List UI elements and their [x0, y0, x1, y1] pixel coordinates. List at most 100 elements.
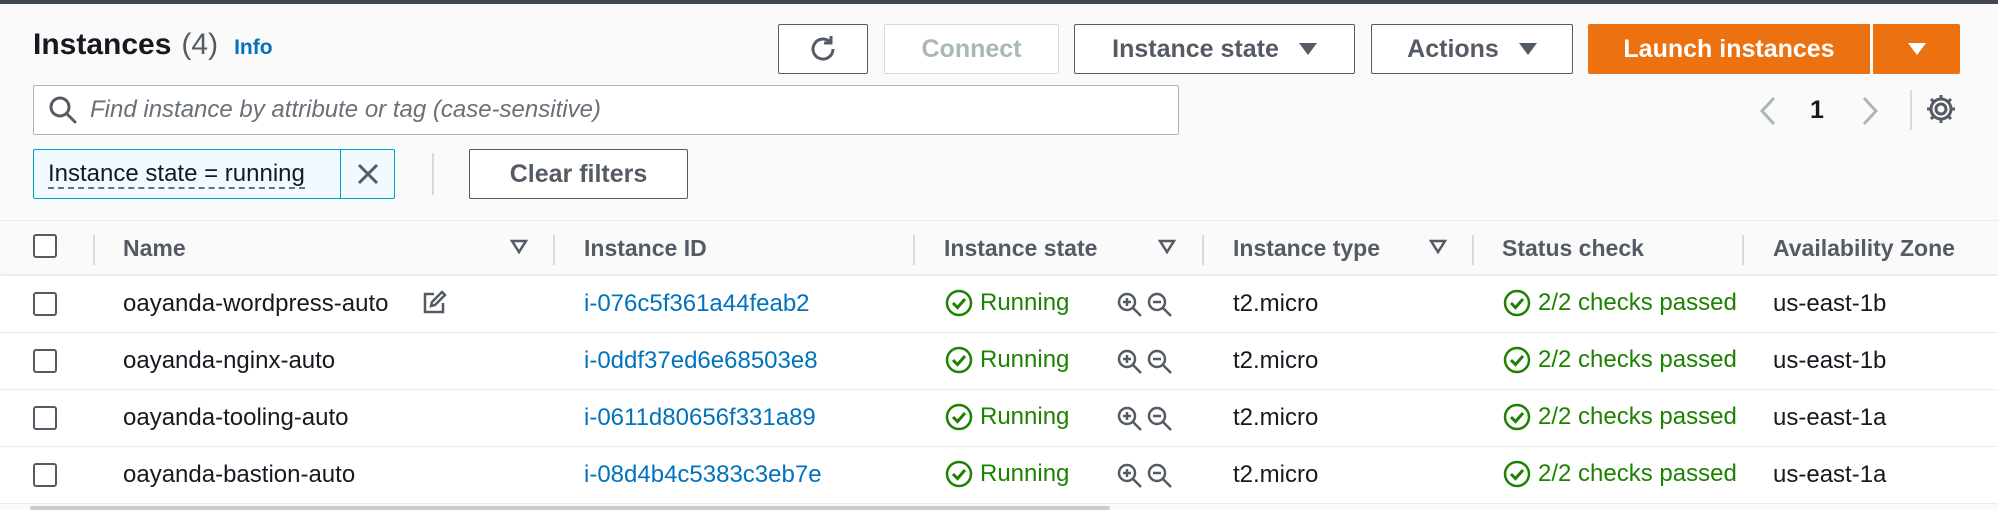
- instance-count: (4): [181, 28, 219, 61]
- column-divider: [93, 235, 95, 265]
- column-divider: [1202, 235, 1204, 265]
- filter-token: Instance state = running: [33, 149, 395, 199]
- zoom-in-icon[interactable]: [1116, 348, 1144, 376]
- page-header: Instances (4) Info: [33, 28, 273, 62]
- close-icon: [357, 163, 378, 185]
- preferences-button[interactable]: [1924, 92, 1958, 131]
- column-header-instance-id[interactable]: Instance ID: [584, 235, 707, 262]
- instance-state-text: Running: [980, 289, 1070, 316]
- check-circle-icon: [1503, 346, 1531, 374]
- column-divider: [553, 235, 555, 265]
- instance-state-text: Running: [980, 346, 1070, 373]
- instance-state: Running: [944, 288, 1069, 318]
- chevron-right-icon: [1862, 96, 1879, 126]
- remove-filter-button[interactable]: [340, 150, 394, 198]
- table-row[interactable]: oayanda-bastion-auto i-08d4b4c5383c3eb7e…: [0, 447, 1998, 504]
- status-check-text: 2/2 checks passed: [1538, 346, 1737, 373]
- launch-instances-label: Launch instances: [1623, 34, 1835, 63]
- zoom-out-icon[interactable]: [1146, 348, 1174, 376]
- zoom-controls: [1116, 462, 1174, 490]
- launch-instances-button[interactable]: Launch instances: [1588, 24, 1870, 74]
- column-header-availability-zone[interactable]: Availability Zone: [1773, 235, 1955, 262]
- current-page[interactable]: 1: [1810, 96, 1824, 125]
- caret-down-icon: [1907, 43, 1926, 55]
- refresh-button[interactable]: [778, 24, 868, 74]
- sort-icon[interactable]: [1158, 239, 1176, 255]
- sort-icon[interactable]: [1429, 239, 1447, 255]
- next-page-button[interactable]: [1852, 92, 1886, 135]
- status-check: 2/2 checks passed: [1502, 288, 1737, 318]
- actions-label: Actions: [1407, 34, 1499, 63]
- instance-state: Running: [944, 459, 1069, 489]
- instance-type: t2.micro: [1233, 347, 1319, 374]
- connect-label: Connect: [921, 34, 1022, 63]
- row-checkbox[interactable]: [33, 406, 57, 430]
- filter-token-label[interactable]: Instance state = running: [34, 160, 340, 189]
- column-divider: [1742, 235, 1744, 265]
- caret-down-icon: [1518, 43, 1537, 55]
- filter-token-text: Instance state = running: [48, 160, 305, 189]
- instance-state-text: Running: [980, 403, 1070, 430]
- info-link[interactable]: Info: [234, 36, 272, 60]
- refresh-icon: [811, 36, 835, 61]
- row-checkbox[interactable]: [33, 292, 57, 316]
- instance-id-link[interactable]: i-0611d80656f331a89: [584, 404, 816, 432]
- connect-button[interactable]: Connect: [884, 24, 1059, 74]
- launch-options-button[interactable]: [1873, 24, 1960, 74]
- horizontal-scrollbar[interactable]: [30, 506, 1110, 510]
- column-header-name[interactable]: Name: [123, 235, 186, 262]
- sort-icon[interactable]: [510, 239, 528, 255]
- row-checkbox[interactable]: [33, 349, 57, 373]
- check-circle-icon: [945, 289, 973, 317]
- check-circle-icon: [1503, 289, 1531, 317]
- search-input[interactable]: [80, 86, 1178, 134]
- availability-zone: us-east-1a: [1773, 404, 1887, 431]
- search-icon: [49, 96, 77, 124]
- status-check: 2/2 checks passed: [1502, 345, 1737, 375]
- actions-dropdown[interactable]: Actions: [1371, 24, 1573, 74]
- prev-page-button[interactable]: [1752, 92, 1786, 135]
- page-title: Instances: [33, 28, 172, 61]
- status-check-text: 2/2 checks passed: [1538, 460, 1737, 487]
- instance-state-dropdown[interactable]: Instance state: [1074, 24, 1355, 74]
- filter-divider: [432, 153, 434, 195]
- table-header: Name Instance ID Instance state Instance…: [0, 220, 1998, 274]
- availability-zone: us-east-1b: [1773, 290, 1887, 317]
- zoom-in-icon[interactable]: [1116, 405, 1144, 433]
- column-header-instance-type[interactable]: Instance type: [1233, 235, 1380, 262]
- row-checkbox[interactable]: [33, 463, 57, 487]
- table-row[interactable]: oayanda-nginx-auto i-0ddf37ed6e68503e8 R…: [0, 333, 1998, 390]
- zoom-controls: [1116, 348, 1174, 376]
- status-check: 2/2 checks passed: [1502, 402, 1737, 432]
- zoom-in-icon[interactable]: [1116, 291, 1144, 319]
- column-header-instance-state[interactable]: Instance state: [944, 235, 1097, 262]
- zoom-controls: [1116, 291, 1174, 319]
- instance-name: oayanda-wordpress-auto: [123, 290, 389, 317]
- zoom-in-icon[interactable]: [1116, 462, 1144, 490]
- zoom-out-icon[interactable]: [1146, 291, 1174, 319]
- table-row[interactable]: oayanda-tooling-auto i-0611d80656f331a89…: [0, 390, 1998, 447]
- check-circle-icon: [945, 460, 973, 488]
- clear-filters-button[interactable]: Clear filters: [469, 149, 688, 199]
- instance-type: t2.micro: [1233, 404, 1319, 431]
- column-header-status-check[interactable]: Status check: [1502, 235, 1644, 262]
- instance-id-link[interactable]: i-08d4b4c5383c3eb7e: [584, 461, 822, 489]
- zoom-out-icon[interactable]: [1146, 462, 1174, 490]
- instance-name: oayanda-nginx-auto: [123, 347, 336, 374]
- edit-icon[interactable]: [421, 290, 447, 316]
- status-check-text: 2/2 checks passed: [1538, 403, 1737, 430]
- check-circle-icon: [945, 403, 973, 431]
- caret-down-icon: [1298, 43, 1317, 55]
- zoom-controls: [1116, 405, 1174, 433]
- check-circle-icon: [945, 346, 973, 374]
- status-check: 2/2 checks passed: [1502, 459, 1737, 489]
- table-row[interactable]: oayanda-wordpress-auto i-076c5f361a44fea…: [0, 276, 1998, 333]
- instance-id-link[interactable]: i-076c5f361a44feab2: [584, 290, 810, 318]
- gear-icon: [1927, 95, 1955, 123]
- status-check-text: 2/2 checks passed: [1538, 289, 1737, 316]
- pager-divider: [1910, 90, 1912, 130]
- zoom-out-icon[interactable]: [1146, 405, 1174, 433]
- select-all-checkbox[interactable]: [33, 234, 57, 258]
- instance-id-link[interactable]: i-0ddf37ed6e68503e8: [584, 347, 818, 375]
- instance-name: oayanda-tooling-auto: [123, 404, 349, 431]
